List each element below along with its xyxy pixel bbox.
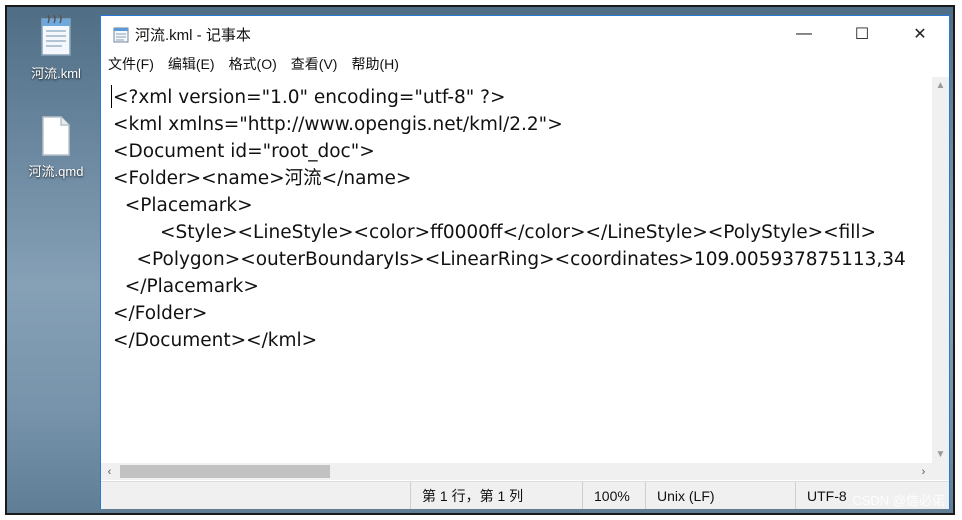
- editor-line: <?xml version="1.0" encoding="utf-8" ?>: [113, 87, 506, 108]
- status-cursor-position: 第 1 行，第 1 列: [410, 482, 582, 509]
- notepad-window: 河流.kml - 记事本 — ☐ ✕ 文件(F) 编辑(E) 格式(O) 查看(…: [100, 15, 950, 509]
- desktop-icon-qmd[interactable]: 河流.qmd: [11, 115, 101, 180]
- line-ending-text: Unix (LF): [657, 487, 715, 504]
- horizontal-scroll-thumb[interactable]: [120, 465, 330, 478]
- menu-view[interactable]: 查看(V): [284, 54, 345, 74]
- scroll-left-icon[interactable]: ‹: [101, 463, 118, 480]
- menu-bar: 文件(F) 编辑(E) 格式(O) 查看(V) 帮助(H): [101, 52, 949, 76]
- status-bar: 第 1 行，第 1 列 100% Unix (LF) UTF-8: [101, 481, 949, 509]
- editor-line: <Style><LineStyle><color>ff0000ff</color…: [113, 222, 877, 243]
- desktop-icon-label: 河流.qmd: [28, 164, 84, 179]
- scrollbar-corner: [932, 463, 949, 480]
- menu-edit[interactable]: 编辑(E): [161, 54, 222, 74]
- desktop-background: 河流.kml 河流.qmd 河流.kml - 记事本 — ☐ ✕ 文件(F) 编…: [7, 7, 953, 513]
- notepad-icon: [113, 27, 129, 43]
- blank-file-icon: [42, 116, 70, 156]
- screenshot-frame: 河流.kml 河流.qmd 河流.kml - 记事本 — ☐ ✕ 文件(F) 编…: [5, 5, 955, 515]
- title-bar[interactable]: 河流.kml - 记事本 — ☐ ✕: [101, 16, 949, 52]
- editor-line: </Document></kml>: [113, 330, 318, 351]
- menu-help[interactable]: 帮助(H): [344, 54, 405, 74]
- encoding-text: UTF-8: [807, 487, 847, 504]
- close-icon: ✕: [913, 26, 927, 43]
- cursor-position-text: 第 1 行，第 1 列: [422, 487, 524, 504]
- editor-line: <Placemark>: [113, 195, 253, 216]
- window-controls: — ☐ ✕: [775, 16, 949, 52]
- editor-line: <Polygon><outerBoundaryIs><LinearRing><c…: [113, 249, 906, 270]
- text-editor[interactable]: <?xml version="1.0" encoding="utf-8" ?> …: [101, 77, 932, 463]
- zoom-text: 100%: [594, 487, 630, 504]
- menu-format[interactable]: 格式(O): [222, 54, 284, 74]
- status-zoom: 100%: [582, 482, 645, 509]
- editor-line: <Document id="root_doc">: [113, 141, 375, 162]
- maximize-button[interactable]: ☐: [833, 16, 891, 52]
- close-button[interactable]: ✕: [891, 16, 949, 52]
- horizontal-scrollbar[interactable]: ‹ ›: [101, 463, 932, 480]
- window-title: 河流.kml - 记事本: [135, 26, 251, 44]
- editor-line: </Folder>: [113, 303, 208, 324]
- scroll-right-icon[interactable]: ›: [915, 463, 932, 480]
- desktop-icon-label: 河流.kml: [31, 66, 81, 81]
- watermark: CSDN @信必诺: [852, 493, 945, 508]
- editor-line: <kml xmlns="http://www.opengis.net/kml/2…: [113, 114, 563, 135]
- text-caret: [111, 85, 112, 108]
- notepad-file-icon: [41, 14, 71, 56]
- desktop-icon-kml[interactable]: 河流.kml: [11, 13, 101, 82]
- editor-line: <Folder><name>河流</name>: [113, 168, 412, 189]
- menu-file[interactable]: 文件(F): [101, 54, 161, 74]
- maximize-icon: ☐: [854, 26, 870, 43]
- editor-line: </Placemark>: [113, 276, 259, 297]
- scroll-down-icon[interactable]: ▼: [932, 446, 949, 463]
- minimize-icon: —: [796, 25, 812, 42]
- scroll-up-icon[interactable]: ▲: [932, 77, 949, 94]
- vertical-scrollbar[interactable]: ▲ ▼: [932, 77, 949, 463]
- minimize-button[interactable]: —: [775, 16, 833, 52]
- status-line-ending: Unix (LF): [645, 482, 795, 509]
